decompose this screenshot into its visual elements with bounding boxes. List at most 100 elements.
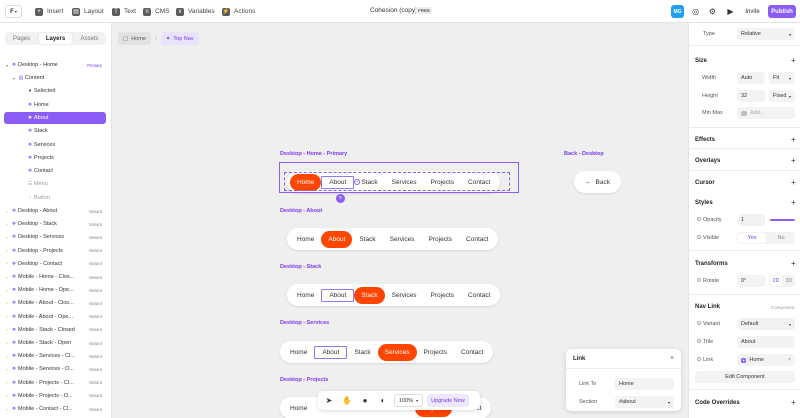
top-nav[interactable]: HomeAboutStackServicesProjectsContact	[287, 228, 499, 250]
layer-item[interactable]: › ❖ Desktop - Projects Variant	[4, 245, 106, 257]
nav-link[interactable]: Stack	[352, 231, 382, 248]
frame-label[interactable]: Desktop - Services	[280, 320, 329, 326]
layer-item[interactable]: › ❖ Mobile - Contact - Cl... Variant	[4, 403, 106, 415]
layer-item[interactable]: ❖ Projects	[4, 152, 106, 164]
layer-item[interactable]: ❖ Home	[4, 99, 106, 111]
layer-item[interactable]: ❖ Stack	[4, 125, 106, 137]
layer-item[interactable]: › ❖ Desktop - Stack Variant	[4, 218, 106, 230]
layer-item[interactable]: › ❖ Mobile - Projects - Cl... Variant	[4, 377, 106, 389]
layer-item[interactable]: ❖ About	[4, 112, 106, 124]
globe-icon[interactable]: ◎	[689, 5, 702, 18]
nav-link[interactable]: Home	[283, 344, 314, 361]
nav-link[interactable]: Services	[377, 343, 417, 361]
variant-select[interactable]: Default ▾	[737, 318, 795, 330]
avatar[interactable]: MG	[671, 5, 684, 18]
breadcrumb-home[interactable]: ▢ Home	[118, 32, 151, 45]
play-icon[interactable]: ▶	[724, 5, 737, 18]
cursor-section-title[interactable]: Cursor	[695, 180, 715, 186]
nav-link[interactable]: Services	[385, 287, 424, 304]
gear-icon[interactable]: ⚙	[706, 5, 719, 18]
add-effect-icon[interactable]: +	[791, 135, 796, 144]
minmax-input[interactable]: ↔ Add...	[737, 107, 795, 119]
tab-layers[interactable]: Layers	[39, 33, 72, 44]
layer-item[interactable]: ▾ ❖ Desktop - Home Primary	[4, 59, 106, 71]
section-select[interactable]: #about ▾	[615, 396, 674, 408]
opacity-slider[interactable]	[770, 219, 795, 221]
layout-button[interactable]: ▤ Layout	[72, 5, 104, 18]
nav-link[interactable]: About	[314, 345, 348, 359]
nav-link[interactable]: Projects	[424, 287, 461, 304]
dark-mode-icon[interactable]: ◐	[376, 394, 390, 408]
layer-item[interactable]: › ❖ Mobile - Services - O... Variant	[4, 363, 106, 375]
layer-item[interactable]: ○ Button	[4, 192, 106, 204]
mode-2d-option[interactable]: 2D	[770, 276, 782, 286]
code-overrides-section-title[interactable]: Code Overrides	[695, 400, 740, 406]
actions-button[interactable]: ⚡ Actions	[222, 5, 255, 18]
layer-item[interactable]: › ❖ Mobile - About - Ope... Variant	[4, 311, 106, 323]
add-override-icon[interactable]: +	[791, 398, 796, 407]
layer-item[interactable]: › ❖ Desktop - About Variant	[4, 205, 106, 217]
mode-3d-option[interactable]: 3D	[783, 275, 795, 287]
close-icon[interactable]: ×	[788, 357, 791, 363]
layer-item[interactable]: › ❖ Desktop - Services Variant	[4, 231, 106, 243]
nav-link[interactable]: Home	[283, 400, 314, 417]
nav-link[interactable]: Home	[290, 287, 321, 304]
insert-button[interactable]: + Insert	[35, 5, 63, 18]
stack-handle-icon[interactable]: ≡	[336, 194, 345, 203]
hand-icon[interactable]: ✋	[340, 394, 354, 408]
nav-link[interactable]: Contact	[461, 287, 497, 304]
nav-link[interactable]: About	[321, 230, 353, 248]
tab-pages[interactable]: Pages	[5, 32, 38, 45]
text-button[interactable]: T Text	[112, 5, 136, 18]
nav-link[interactable]: Home	[290, 231, 321, 248]
height-mode-select[interactable]: Fixed ▾	[769, 90, 795, 102]
add-overlay-icon[interactable]: +	[791, 156, 796, 165]
cursor-icon[interactable]: ➤	[322, 394, 336, 408]
layer-item[interactable]: › ❖ Mobile - Home - Clos... Variant	[4, 271, 106, 283]
nav-link[interactable]: Contact	[459, 231, 495, 248]
close-icon[interactable]: ×	[670, 355, 674, 362]
layer-item[interactable]: › ❖ Mobile - Stack - Open Variant	[4, 337, 106, 349]
overlays-section-title[interactable]: Overlays	[695, 158, 720, 164]
variables-button[interactable]: x Variables	[176, 5, 215, 18]
comment-icon[interactable]: ●	[358, 394, 372, 408]
cms-button[interactable]: ≡ CMS	[143, 5, 169, 18]
invite-button[interactable]: Invite	[741, 5, 764, 18]
layer-item[interactable]: › ❖ Mobile - Services - Cl... Variant	[4, 350, 106, 362]
visible-yes-option[interactable]: Yes	[738, 233, 766, 243]
upgrade-button[interactable]: Upgrade Now	[427, 394, 469, 407]
link-to-field[interactable]: Home	[615, 378, 674, 390]
rotate-input[interactable]: 0°	[737, 275, 765, 287]
effects-section-title[interactable]: Effects	[695, 137, 715, 143]
document-title[interactable]: Cohesion (copy)	[370, 7, 417, 14]
layer-item[interactable]: ● Selected	[4, 85, 106, 97]
top-nav[interactable]: HomeAboutStackServicesProjectsContact	[280, 341, 494, 363]
layer-item[interactable]: › ❖ Desktop - Contact Variant	[4, 258, 106, 270]
layer-item[interactable]: › ❖ Mobile - Projects - O... Variant	[4, 390, 106, 402]
nav-link[interactable]: Services	[383, 231, 422, 248]
nav-link[interactable]: Stack	[354, 286, 385, 304]
layer-item[interactable]: ☰ Menu	[4, 178, 106, 190]
add-cursor-icon[interactable]: +	[791, 178, 796, 187]
layer-item[interactable]: ❖ Contact	[4, 165, 106, 177]
link-field[interactable]: ✦ Home ×	[737, 354, 795, 366]
opacity-input[interactable]: 1	[737, 214, 765, 226]
add-transform-icon[interactable]: +	[791, 259, 796, 268]
nav-link[interactable]: Projects	[417, 344, 454, 361]
title-input[interactable]: About	[737, 336, 795, 348]
layer-item[interactable]: › ❖ Mobile - About - Clos... Variant	[4, 297, 106, 309]
frame-label[interactable]: Desktop - Stack	[280, 264, 321, 270]
layer-item[interactable]: ▾ ▥ Content	[4, 72, 106, 84]
nav-link[interactable]: Stack	[347, 344, 377, 361]
frame-label[interactable]: Desktop - Projects	[280, 377, 328, 383]
top-nav[interactable]: HomeAboutStackServicesProjectsContact	[287, 284, 501, 306]
back-button[interactable]: ← Back	[574, 171, 621, 193]
height-input[interactable]: 32	[737, 90, 765, 102]
frame-label[interactable]: Desktop - About	[280, 208, 322, 214]
add-item-icon[interactable]: +	[354, 179, 360, 185]
publish-button[interactable]: Publish	[768, 5, 796, 18]
nav-link[interactable]: Projects	[422, 231, 459, 248]
type-select[interactable]: Relative ▾	[737, 28, 795, 40]
width-input[interactable]: Auto	[737, 72, 765, 84]
tab-assets[interactable]: Assets	[73, 32, 106, 45]
